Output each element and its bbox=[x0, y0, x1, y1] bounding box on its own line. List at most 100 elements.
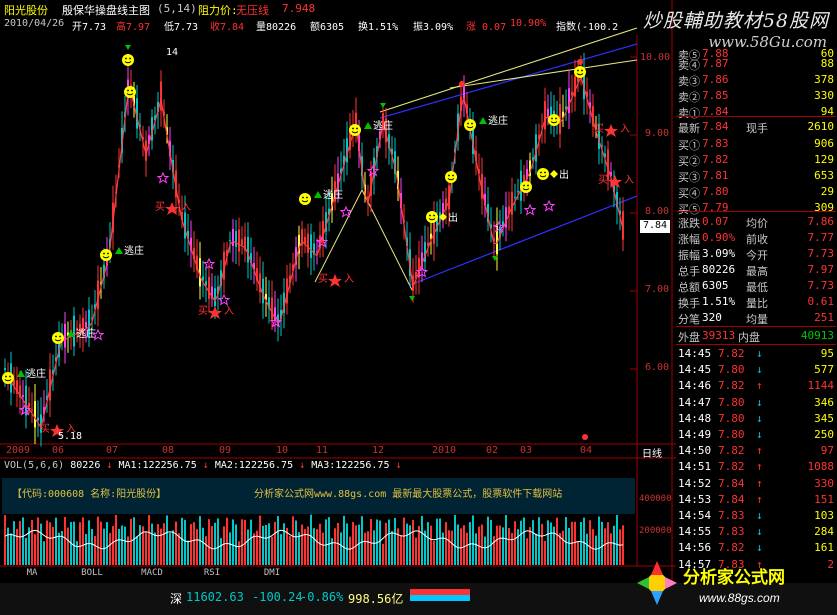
volume-bar bbox=[334, 528, 336, 565]
svg-text:入: 入 bbox=[620, 124, 630, 135]
volume-bar bbox=[34, 534, 36, 565]
date-label: 2010 bbox=[432, 445, 457, 456]
volume-bar bbox=[76, 541, 78, 565]
volume-bar bbox=[340, 532, 342, 565]
volume-bar bbox=[67, 527, 69, 565]
candle-body bbox=[238, 229, 240, 252]
volume-bar bbox=[535, 533, 537, 565]
volume-bar bbox=[517, 529, 519, 565]
volume-bar bbox=[529, 527, 531, 565]
escape-label: 逃庄 bbox=[488, 114, 508, 127]
tick-row: 14:53 7.84 ↑ 151 bbox=[678, 492, 834, 506]
volume-bar bbox=[211, 525, 213, 565]
period-daily-label[interactable]: 日线 bbox=[642, 445, 662, 460]
volume-bar bbox=[454, 514, 456, 565]
high-price-mark: 14 bbox=[166, 47, 178, 58]
svg-text:入: 入 bbox=[224, 306, 234, 317]
info-high: 高7.97 bbox=[116, 22, 151, 33]
volume-bar bbox=[523, 517, 525, 565]
tab-rsi[interactable]: RSI bbox=[182, 568, 242, 582]
smiley-face-icon bbox=[2, 372, 14, 384]
volume-bar bbox=[49, 522, 51, 565]
volume-bar bbox=[379, 520, 381, 565]
volume-bar bbox=[283, 523, 285, 565]
stat-row: 换手 1.51% 量比 0.61 bbox=[678, 295, 834, 310]
volume-bar bbox=[154, 532, 156, 565]
volume-bar bbox=[19, 520, 21, 565]
volume-bar bbox=[382, 543, 384, 565]
date-axis: 2009 06 07 08 09 10 11 12 2010 02 03 04 日线 bbox=[0, 445, 676, 460]
stat-row: 总手 80226 最高 7.97 bbox=[678, 263, 834, 278]
volume-bar bbox=[613, 525, 615, 565]
candle-body bbox=[247, 236, 249, 263]
price-label-8: 8.00 bbox=[645, 206, 670, 217]
tab-dmi[interactable]: DMI bbox=[242, 568, 302, 582]
volume-bar bbox=[433, 540, 435, 565]
candle-body bbox=[241, 239, 243, 245]
volume-bar bbox=[238, 541, 240, 565]
resistance-label: 阻力价: bbox=[198, 4, 238, 17]
tick-row: 14:49 7.80 ↓ 250 bbox=[678, 428, 834, 441]
volume-bar bbox=[214, 522, 216, 565]
tab-macd[interactable]: MACD bbox=[122, 568, 182, 582]
tab-boll[interactable]: BOLL bbox=[62, 568, 122, 582]
candle-body bbox=[544, 101, 546, 130]
volume-bar bbox=[415, 537, 417, 565]
volume-bar bbox=[496, 525, 498, 565]
date-label: 02 bbox=[486, 445, 499, 456]
volume-bar bbox=[475, 533, 477, 565]
volume-bar bbox=[397, 528, 399, 565]
order-book-panel: 卖⑤ 7.88 60 卖④ 7.87 88 卖③ 7.86 378 卖② 7.85 330 卖① 7.84… bbox=[676, 46, 837, 571]
volume-bar bbox=[103, 528, 105, 565]
volume-bar bbox=[538, 517, 540, 565]
smiley-face-icon bbox=[124, 86, 136, 98]
volume-bar bbox=[37, 517, 39, 565]
stat-row: 分笔 320 均量 251 bbox=[678, 311, 834, 326]
out-label: 出 bbox=[559, 168, 569, 181]
volume-bar bbox=[88, 520, 90, 565]
volume-bar bbox=[112, 526, 114, 565]
volume-bar bbox=[616, 514, 618, 565]
volume-bar bbox=[430, 525, 432, 565]
info-amplitude: 振3.09% bbox=[413, 22, 454, 33]
volume-bar bbox=[583, 517, 585, 565]
info-open: 开7.73 bbox=[72, 22, 107, 33]
volume-bar bbox=[163, 523, 165, 565]
volume-bar bbox=[463, 525, 465, 565]
volume-bars bbox=[4, 514, 624, 565]
tick-row: 14:52 7.84 ↑ 330 bbox=[678, 476, 834, 490]
indicator-name[interactable]: 殷保华操盘线主图 bbox=[62, 2, 150, 18]
volume-bar bbox=[385, 522, 387, 565]
ask-row: 卖② 7.85 330 bbox=[678, 89, 834, 104]
stat-row: 涨幅 0.90% 前收 7.77 bbox=[678, 231, 834, 246]
volume-bar bbox=[64, 517, 66, 565]
volume-bar bbox=[124, 526, 126, 565]
out-label: 出 bbox=[448, 211, 458, 224]
tab-ma[interactable]: MA bbox=[2, 568, 62, 582]
smiley-face-icon bbox=[520, 181, 532, 193]
smiley-face-icon bbox=[548, 114, 560, 126]
outer-inner-row: 外盘 39313 内盘 40913 bbox=[678, 329, 834, 344]
volume-bar bbox=[325, 519, 327, 565]
date-label: 12 bbox=[372, 445, 385, 456]
volume-bar bbox=[13, 521, 15, 565]
volume-bar bbox=[4, 515, 6, 565]
stock-name: 阳光股份 bbox=[4, 4, 48, 17]
candle-body bbox=[235, 231, 237, 247]
candle-body bbox=[28, 403, 30, 407]
logo-url: www.88gs.com bbox=[699, 591, 780, 605]
candle-body bbox=[310, 234, 312, 258]
buy-label: 买 bbox=[318, 273, 328, 285]
bid-row: 买① 7.83 906 bbox=[678, 137, 834, 152]
volume-bar bbox=[352, 522, 354, 565]
candle-body bbox=[214, 288, 216, 307]
candle-body bbox=[85, 322, 87, 328]
volume-bar bbox=[409, 525, 411, 565]
volume-bar bbox=[94, 535, 96, 565]
volume-bar bbox=[493, 536, 495, 565]
tick-row: 14:51 7.82 ↑ 1088 bbox=[678, 460, 834, 474]
volume-bar bbox=[265, 524, 267, 565]
volume-bar bbox=[25, 537, 27, 565]
volume-bar bbox=[226, 517, 228, 565]
volume-bar bbox=[361, 516, 363, 565]
